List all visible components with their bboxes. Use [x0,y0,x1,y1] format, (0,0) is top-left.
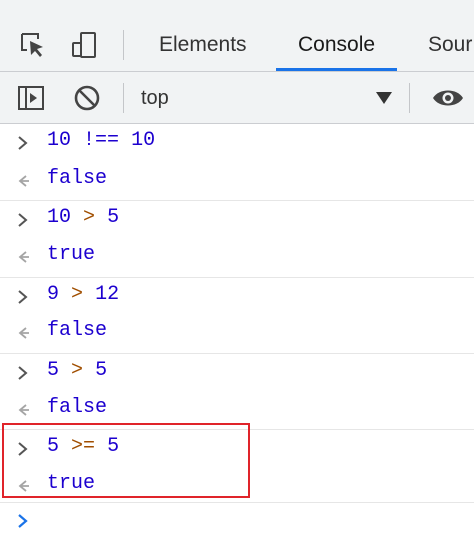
tab-sources[interactable]: Sour [428,18,472,71]
inspect-element-icon[interactable] [18,30,48,60]
operator: > [83,206,96,229]
operand-left: 9 [47,283,60,306]
dropdown-caret-icon[interactable] [376,92,392,104]
result-value: false [47,167,108,190]
operand-left: 10 [47,129,72,152]
input-chevron-icon [18,136,28,150]
toolbar-separator [123,83,124,113]
console-result-line: true [0,238,474,276]
window-top-strip [0,0,474,18]
tab-elements[interactable]: Elements [159,18,247,71]
devtools-tab-bar: Elements Console Sour [0,18,474,72]
operator: !== [83,129,120,152]
operand-right: 10 [131,129,156,152]
tab-bar-separator [123,30,124,60]
console-result-line: false [0,162,474,200]
result-value: false [47,319,108,342]
input-chevron-icon [18,213,28,227]
operand-left: 5 [47,359,60,382]
operand-left: 10 [47,206,72,229]
console-input-line: 5 > 5 [0,353,474,392]
eye-icon[interactable] [431,83,465,113]
operator: > [71,359,84,382]
clear-console-icon[interactable] [72,83,102,113]
operator: > [71,283,84,306]
toolbar-separator-2 [409,83,410,113]
result-arrow-icon [18,175,29,187]
console-prompt[interactable] [0,502,474,539]
tab-console[interactable]: Console [275,18,398,71]
console-input-line: 10 > 5 [0,200,474,239]
result-value: true [47,243,96,266]
context-selector[interactable]: top [141,72,169,124]
input-chevron-icon [18,290,28,304]
console-input-line: 9 > 12 [0,277,474,316]
result-arrow-icon [18,404,29,416]
console-input-line: 10 !== 10 [0,124,474,162]
console-toolbar: top [0,72,474,124]
result-arrow-icon [18,327,29,339]
operand-right: 12 [95,283,120,306]
prompt-chevron-icon [18,514,28,528]
result-arrow-icon [18,251,29,263]
console-result-line: false [0,314,474,352]
result-value: false [47,396,108,419]
device-toolbar-icon[interactable] [70,30,100,60]
operand-right: 5 [107,206,120,229]
input-chevron-icon [18,366,28,380]
highlight-box [2,423,250,498]
sidebar-toggle-icon[interactable] [16,83,46,113]
operand-right: 5 [95,359,108,382]
